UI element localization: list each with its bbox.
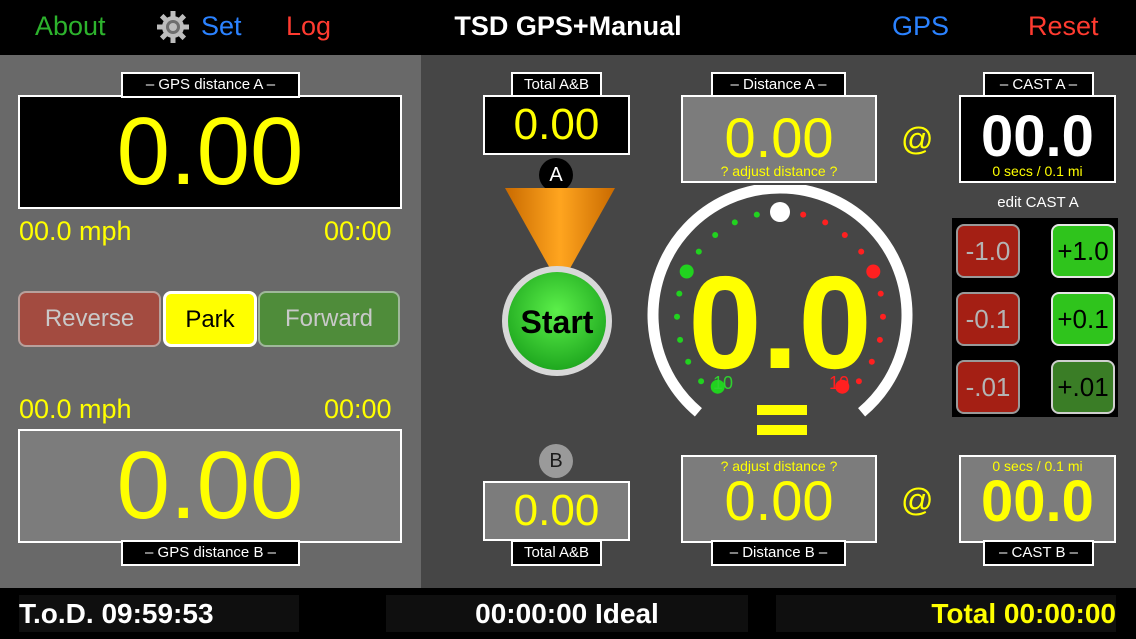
- total-ab-bottom-label: Total A&B: [511, 540, 602, 566]
- distance-b-label: – Distance B –: [711, 540, 846, 566]
- cast-minus-1-button[interactable]: -1.0: [956, 224, 1020, 278]
- cast-a-unit: 0 secs / 0.1 mi: [992, 163, 1083, 179]
- gauge-dot-right: [822, 219, 829, 226]
- gps-button[interactable]: GPS: [892, 9, 949, 43]
- traffic-light-icon: [502, 188, 615, 376]
- gps-distance-a-label: – GPS distance A –: [121, 72, 300, 98]
- total-ab-bottom-display: 0.00: [483, 481, 630, 541]
- gauge-dot-right: [841, 232, 848, 238]
- edit-cast-a-label: edit CAST A: [997, 194, 1079, 211]
- tsd-app: About Set Log TSD GPS+Manual GPS Reset 0…: [0, 0, 1136, 639]
- cast-minus-01-button[interactable]: -0.1: [956, 292, 1020, 346]
- cast-minus-001-button[interactable]: -.01: [956, 360, 1020, 414]
- bottom-bar: T.o.D. 09:59:53 00:00:00 Ideal Total 00:…: [0, 588, 1136, 639]
- at-symbol-bottom: @: [901, 482, 934, 518]
- cast-plus-1-button[interactable]: +1.0: [1051, 224, 1115, 278]
- distance-b-hint: ? adjust distance ?: [720, 458, 838, 474]
- about-button[interactable]: About: [35, 9, 106, 43]
- badge-b: B: [539, 444, 573, 478]
- log-button[interactable]: Log: [286, 9, 331, 43]
- gps-distance-b-display[interactable]: 0.00: [18, 429, 402, 543]
- gear-icon[interactable]: [156, 10, 190, 44]
- reverse-button[interactable]: Reverse: [18, 291, 161, 347]
- gps-distance-a-display[interactable]: 0.00: [18, 95, 402, 209]
- set-button[interactable]: Set: [201, 9, 242, 43]
- time-a: 00:00: [324, 216, 392, 246]
- gauge-dot-left: [712, 232, 719, 238]
- start-button[interactable]: Start: [507, 303, 607, 341]
- at-symbol-top: @: [901, 121, 934, 157]
- time-b: 00:00: [324, 394, 392, 424]
- ideal-time: 00:00:00 Ideal: [386, 595, 748, 632]
- gauge-value: 0.0: [688, 249, 872, 396]
- speed-b: 00.0 mph: [19, 394, 132, 424]
- gauge-right-label: 10: [829, 373, 850, 393]
- gauge-dot-left: [731, 219, 738, 226]
- cast-plus-01-button[interactable]: +0.1: [1051, 292, 1115, 346]
- cast-b-unit: 0 secs / 0.1 mi: [992, 458, 1083, 474]
- time-of-day: T.o.D. 09:59:53: [19, 595, 299, 632]
- gauge-dot-right: [800, 211, 807, 218]
- top-bar: About Set Log TSD GPS+Manual GPS Reset: [0, 0, 1136, 55]
- speed-a: 00.0 mph: [19, 216, 132, 246]
- gps-distance-b-label: – GPS distance B –: [121, 540, 300, 566]
- distance-a-hint: ? adjust distance ?: [720, 163, 838, 179]
- gauge-equal-bottom: [757, 425, 807, 435]
- gauge-dot-left: [753, 211, 760, 218]
- gauge-left-label: 10: [713, 373, 734, 393]
- total-ab-top-display: 0.00: [483, 95, 630, 155]
- park-button[interactable]: Park: [163, 291, 257, 347]
- cast-b-label: – CAST B –: [983, 540, 1094, 566]
- gauge-center-marker: [770, 202, 790, 222]
- cast-plus-001-button[interactable]: +.01: [1051, 360, 1115, 414]
- reset-button[interactable]: Reset: [1028, 9, 1099, 43]
- forward-button[interactable]: Forward: [258, 291, 400, 347]
- gauge-equal-top: [757, 405, 807, 415]
- total-time: Total 00:00:00: [776, 595, 1116, 632]
